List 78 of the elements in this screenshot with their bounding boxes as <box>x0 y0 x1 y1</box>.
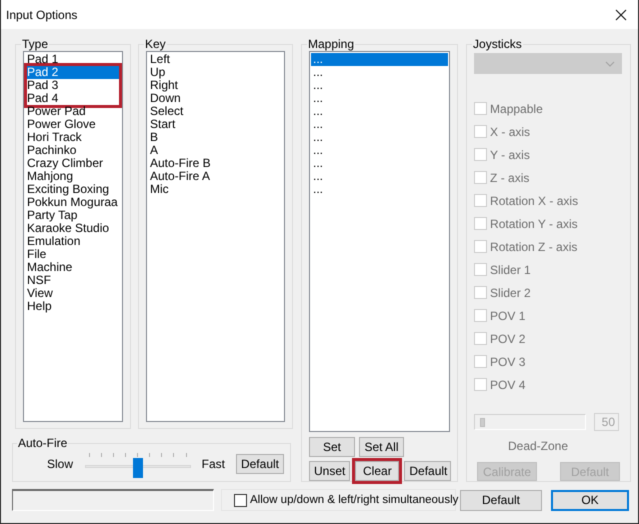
list-item[interactable]: Left <box>148 53 283 66</box>
list-item[interactable]: Pad 3 <box>27 79 119 92</box>
list-item[interactable]: Auto-Fire A <box>148 170 283 183</box>
list-item[interactable]: B <box>148 131 283 144</box>
list-item[interactable]: ... <box>311 105 448 118</box>
slider-label: Slow <box>47 457 74 471</box>
checkbox-label: Slider 1 <box>490 262 531 276</box>
slider[interactable] <box>85 451 191 477</box>
group-label: Mapping <box>307 37 356 51</box>
list-item[interactable]: Machine <box>25 261 121 274</box>
checkbox-label: Y - axis <box>490 148 530 162</box>
list-item[interactable]: File <box>25 248 121 261</box>
checkbox-label: Mappable <box>490 102 543 116</box>
window-title: Input Options <box>6 8 78 22</box>
list-item[interactable]: Auto-Fire B <box>148 157 283 170</box>
slider-label: Dead-Zone <box>506 439 570 453</box>
list-item[interactable]: Pad 2 <box>27 66 119 79</box>
list-item[interactable]: NSF <box>25 274 121 287</box>
list-item[interactable]: ... <box>311 144 448 157</box>
list-item[interactable]: ... <box>311 131 448 144</box>
list-item[interactable]: Mic <box>148 183 283 196</box>
checkbox-label: Z - axis <box>490 170 530 184</box>
checkbox-label: POV 2 <box>490 332 526 346</box>
checkbox-label: Allow up/down & left/right simultaneously <box>250 494 458 506</box>
button[interactable]: OK <box>551 490 629 510</box>
checkbox-label: X - axis <box>490 124 530 138</box>
list-item[interactable]: Pad 4 <box>27 92 119 105</box>
button[interactable]: Clear <box>355 461 400 481</box>
button[interactable]: Default <box>404 461 452 481</box>
list-item[interactable]: Mahjong <box>25 170 121 183</box>
list-item[interactable]: Pachinko <box>25 144 121 157</box>
list-item[interactable]: Power Glove <box>25 118 121 131</box>
list-item[interactable]: Pokkun Moguraa <box>25 196 121 209</box>
list-item[interactable]: Start <box>148 118 283 131</box>
list-item[interactable]: ... <box>311 183 448 196</box>
list-item[interactable]: View <box>25 287 121 300</box>
checkbox-label: Rotation Z - axis <box>490 240 578 254</box>
list-item[interactable]: Party Tap <box>25 209 121 222</box>
button[interactable]: Set <box>309 437 355 457</box>
button[interactable]: Default <box>236 454 284 474</box>
slider-thumb[interactable] <box>132 458 143 478</box>
list-item[interactable]: Power Pad <box>25 105 121 118</box>
list-item[interactable]: Crazy Climber <box>25 157 121 170</box>
list-item[interactable]: Help <box>25 300 121 313</box>
list-item[interactable]: Up <box>148 66 283 79</box>
list-item[interactable]: Pad 1 <box>25 53 121 66</box>
checkbox-label: POV 1 <box>490 308 526 322</box>
group-label: Joysticks <box>472 37 523 51</box>
group-label: Auto-Fire <box>17 436 68 450</box>
list-item[interactable]: ... <box>311 53 448 66</box>
list-item[interactable]: Emulation <box>25 235 121 248</box>
list-item[interactable]: Exciting Boxing <box>25 183 121 196</box>
list-item[interactable]: ... <box>311 92 448 105</box>
list-item[interactable]: Select <box>148 105 283 118</box>
list-item[interactable]: Down <box>148 92 283 105</box>
checkbox-label: Rotation Y - axis <box>490 216 578 230</box>
checkbox-label: POV 3 <box>490 354 526 368</box>
group-label: Key <box>144 37 167 51</box>
checkbox-label: Slider 2 <box>490 286 531 300</box>
group-label: Type <box>21 37 50 51</box>
button[interactable]: Unset <box>309 461 350 481</box>
list-item[interactable]: Karaoke Studio <box>25 222 121 235</box>
list-item[interactable]: ... <box>311 170 448 183</box>
list-item[interactable]: Right <box>148 79 283 92</box>
checkbox[interactable] <box>234 494 247 506</box>
list-item[interactable]: ... <box>311 157 448 170</box>
list-item[interactable]: ... <box>311 118 448 131</box>
list-item[interactable]: Hori Track <box>25 131 121 144</box>
checkbox-label: POV 4 <box>490 378 526 392</box>
list-item[interactable]: ... <box>311 66 448 79</box>
caret-icon <box>605 60 615 66</box>
slider-label: Fast <box>202 457 225 471</box>
button[interactable]: Default <box>460 490 542 510</box>
list-item[interactable]: ... <box>311 79 448 92</box>
button[interactable]: Set All <box>359 437 404 457</box>
checkbox-label: Rotation X - axis <box>490 194 578 208</box>
close-icon[interactable] <box>615 8 627 20</box>
list-item[interactable]: A <box>148 144 283 157</box>
